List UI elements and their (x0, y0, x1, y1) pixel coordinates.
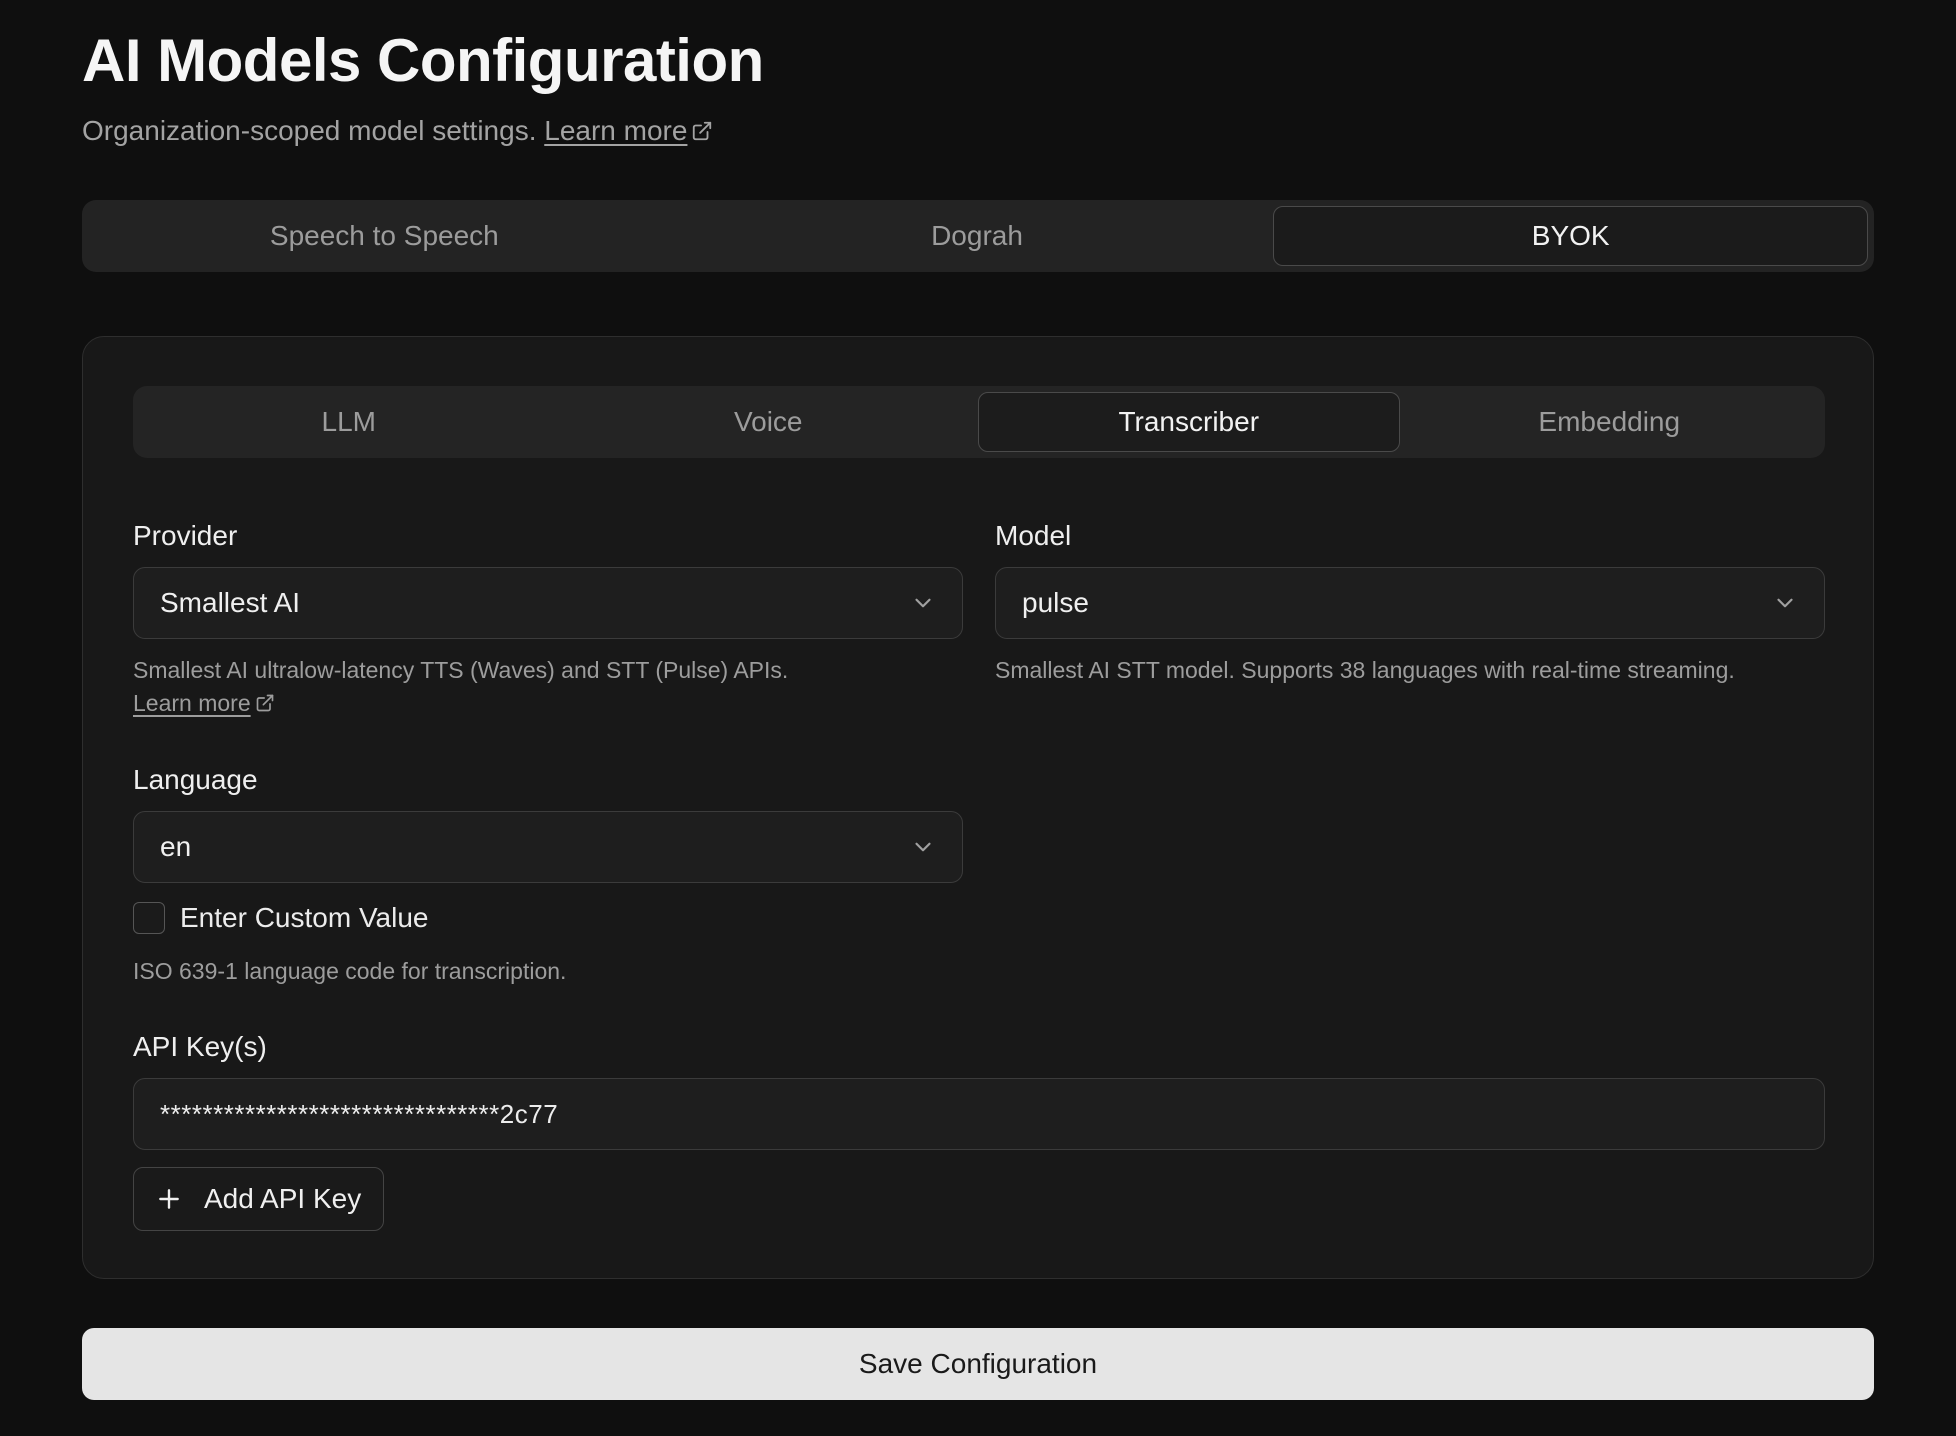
config-card: LLM Voice Transcriber Embedding Provider… (82, 336, 1874, 1279)
custom-value-label: Enter Custom Value (180, 902, 429, 933)
provider-help-text: Smallest AI ultralow-latency TTS (Waves)… (133, 657, 789, 683)
learn-more-label: Learn more (544, 115, 688, 146)
provider-label: Provider (133, 520, 238, 551)
page-title: AI Models Configuration (82, 27, 764, 94)
save-configuration-label: Save Configuration (858, 1348, 1098, 1379)
chevron-down-icon (915, 842, 931, 852)
model-value: pulse (1022, 587, 1089, 618)
page: AI Models Configuration Organization-sco… (0, 0, 1956, 1436)
provider-learn-more-link[interactable]: Learn more (133, 690, 275, 716)
subtitle-text: Organization-scoped model settings. (82, 115, 537, 146)
tab-voice[interactable]: Voice (559, 392, 979, 452)
custom-value-checkbox[interactable] (133, 902, 165, 934)
api-key-value: ********************************2c77 (160, 1098, 559, 1129)
language-select[interactable]: en (133, 811, 963, 883)
plus-icon (159, 1189, 179, 1209)
tab-transcriber[interactable]: Transcriber (978, 392, 1400, 452)
chevron-down-icon (1777, 598, 1793, 608)
page-subtitle: Organization-scoped model settings. Lear… (82, 115, 713, 147)
api-keys-label: API Key(s) (133, 1031, 267, 1062)
external-link-icon (256, 694, 273, 712)
tab-dograh[interactable]: Dograh (681, 206, 1274, 266)
external-link-icon (693, 121, 712, 141)
tab-speech-to-speech[interactable]: Speech to Speech (88, 206, 681, 266)
api-key-input[interactable]: ********************************2c77 (133, 1078, 1825, 1150)
tab-embedding[interactable]: Embedding (1400, 392, 1820, 452)
provider-select[interactable]: Smallest AI (133, 567, 963, 639)
tab-llm[interactable]: LLM (139, 392, 559, 452)
model-select[interactable]: pulse (995, 567, 1825, 639)
save-configuration-button[interactable]: Save Configuration (82, 1328, 1874, 1400)
add-api-key-button[interactable]: Add API Key (133, 1167, 385, 1231)
tab-byok[interactable]: BYOK (1273, 206, 1869, 266)
provider-learn-more-label: Learn more (133, 690, 251, 716)
mode-tabs: Speech to Speech Dograh BYOK (82, 200, 1874, 272)
chevron-down-icon (915, 598, 931, 608)
language-help: ISO 639-1 language code for transcriptio… (133, 958, 567, 984)
language-label: Language (133, 764, 258, 795)
language-value: en (160, 831, 192, 862)
add-api-key-label: Add API Key (204, 1183, 362, 1214)
provider-help: Smallest AI ultralow-latency TTS (Waves)… (133, 654, 963, 720)
model-type-tabs: LLM Voice Transcriber Embedding (133, 386, 1825, 458)
model-label: Model (995, 520, 1072, 551)
model-help: Smallest AI STT model. Supports 38 langu… (995, 657, 1735, 683)
provider-value: Smallest AI (160, 587, 301, 618)
custom-value-toggle[interactable]: Enter Custom Value (133, 902, 429, 934)
learn-more-link[interactable]: Learn more (544, 115, 713, 146)
